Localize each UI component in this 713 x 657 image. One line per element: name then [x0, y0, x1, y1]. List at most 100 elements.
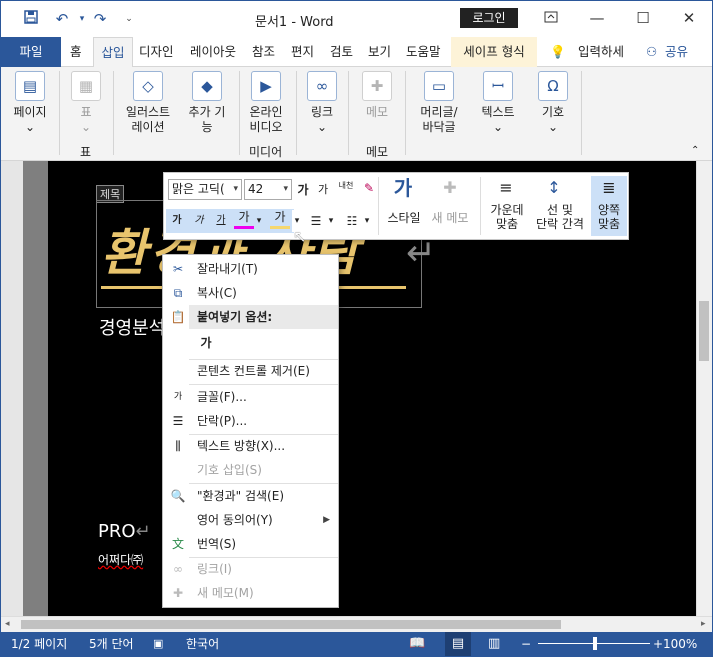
- menu-item-translate[interactable]: 文 번역(S): [163, 532, 338, 556]
- zoom-in-icon[interactable]: +: [653, 632, 663, 656]
- justify-icon[interactable]: ≣: [597, 177, 621, 199]
- menu-item-synonyms[interactable]: 영어 동의어(Y) ▶: [163, 508, 338, 532]
- scroll-right-icon[interactable]: ▸: [701, 619, 706, 629]
- numbering-icon[interactable]: ☷: [343, 210, 361, 232]
- highlight-button[interactable]: 가: [234, 207, 254, 229]
- share-button[interactable]: 공유: [663, 37, 690, 67]
- menu-item-new-comment[interactable]: ✚ 새 메모(M): [163, 581, 338, 605]
- paste-keep-text-button[interactable]: 가: [191, 331, 221, 357]
- scroll-left-icon[interactable]: ◂: [5, 619, 10, 629]
- redo-icon[interactable]: ↷: [89, 9, 111, 29]
- tab-view[interactable]: 보기: [366, 37, 393, 67]
- zoom-slider-thumb[interactable]: [593, 637, 597, 650]
- left-margin: [23, 161, 48, 616]
- menu-item-paragraph[interactable]: ☰ 단락(P)...: [163, 409, 338, 433]
- styles-icon[interactable]: 가: [386, 177, 420, 199]
- center-button[interactable]: 가운데 맞춤: [486, 203, 528, 231]
- tab-references[interactable]: 참조: [250, 37, 277, 67]
- font-name-box[interactable]: 맑은 고딕(▾: [168, 179, 242, 200]
- chevron-down-icon[interactable]: ▾: [363, 210, 371, 232]
- comment-icon[interactable]: ✚: [438, 177, 462, 199]
- vertical-scroll-thumb[interactable]: [699, 301, 709, 361]
- bold-button[interactable]: 가: [170, 210, 184, 232]
- format-painter-icon[interactable]: ✎: [360, 177, 378, 199]
- web-layout-icon[interactable]: ▥: [488, 632, 500, 656]
- save-icon[interactable]: [20, 9, 42, 29]
- link-button[interactable]: ∞ 링크 ⌄: [302, 71, 342, 135]
- text-icon: ꟷ: [483, 71, 513, 101]
- tab-layout[interactable]: 레이아웃: [188, 37, 238, 67]
- tab-file[interactable]: 파일: [1, 37, 61, 67]
- pages-button[interactable]: ▤ 페이지 ⌄: [9, 71, 51, 135]
- horizontal-scroll-thumb[interactable]: [21, 620, 561, 629]
- menu-item-insert-symbol[interactable]: 기호 삽입(S): [163, 458, 338, 482]
- line-spacing-icon[interactable]: ↕: [542, 177, 566, 199]
- login-button[interactable]: 로그인: [460, 8, 518, 28]
- customize-qat-icon[interactable]: ⌄: [118, 9, 140, 29]
- underline-button[interactable]: 가: [214, 210, 228, 232]
- horizontal-scrollbar[interactable]: ◂ ▸: [1, 616, 712, 632]
- print-layout-icon[interactable]: ▤: [445, 632, 471, 656]
- undo-icon[interactable]: ↶: [51, 9, 73, 29]
- header-footer-button[interactable]: ▭ 머리글/ 바닥글: [412, 71, 466, 135]
- tell-me-input[interactable]: 입력하세: [576, 37, 626, 67]
- align-center-icon[interactable]: ≡: [494, 177, 518, 199]
- chevron-down-icon[interactable]: ▾: [327, 210, 335, 232]
- close-icon[interactable]: ✕: [666, 7, 712, 29]
- group-divider: [113, 71, 114, 155]
- chevron-down-icon: ▾: [233, 184, 238, 194]
- menu-item-copy[interactable]: ⧉ 복사(C): [163, 281, 338, 305]
- maximize-icon[interactable]: ☐: [620, 7, 666, 29]
- tab-review[interactable]: 검토: [328, 37, 355, 67]
- read-mode-icon[interactable]: 📖: [409, 632, 425, 656]
- tab-mailings[interactable]: 편지: [289, 37, 316, 67]
- tab-home[interactable]: 홈: [68, 37, 84, 67]
- page-count[interactable]: 1/2 페이지: [11, 632, 67, 656]
- menu-item-link[interactable]: ∞ 링크(I): [163, 557, 338, 581]
- vertical-scrollbar[interactable]: [696, 161, 712, 616]
- language-indicator[interactable]: 한국어: [186, 632, 219, 656]
- online-video-button[interactable]: ▶ 온라인 비디오: [244, 71, 288, 135]
- menu-item-remove-content-control[interactable]: 콘텐츠 컨트롤 제거(E): [163, 359, 338, 383]
- pro-text[interactable]: PRO↵: [98, 521, 151, 542]
- italic-button[interactable]: 가: [192, 210, 206, 232]
- comment-button[interactable]: ✚ 메모: [357, 71, 397, 120]
- phonetic-guide-button[interactable]: 내천: [334, 175, 358, 197]
- menu-item-search[interactable]: 🔍 "환경과" 검색(E): [163, 484, 338, 508]
- company-text[interactable]: 어쩌다㈜: [98, 551, 143, 568]
- illustrations-button[interactable]: ◇ 일러스트 레이션: [119, 71, 177, 135]
- addins-button[interactable]: ◆ 추가 기 능: [183, 71, 231, 135]
- person-icon[interactable]: ⚇: [644, 37, 659, 67]
- lightbulb-icon[interactable]: 💡: [548, 37, 568, 67]
- new-comment-button[interactable]: 새 메모: [428, 211, 472, 225]
- symbol-button[interactable]: Ω 기호 ⌄: [533, 71, 573, 135]
- zoom-level[interactable]: 100%: [663, 632, 697, 656]
- chevron-down-icon[interactable]: ▾: [254, 210, 264, 232]
- font-color-button[interactable]: 가: [270, 207, 290, 229]
- zoom-out-icon[interactable]: −: [521, 632, 531, 656]
- font-size-box[interactable]: 42 ▾: [244, 179, 292, 200]
- tab-safe-format[interactable]: 세이프 형식: [451, 37, 537, 67]
- tab-design[interactable]: 디자인: [137, 37, 176, 67]
- line-spacing-button[interactable]: 선 및 단락 간격: [532, 203, 588, 231]
- justify-button[interactable]: 양쪽 맞춤: [591, 203, 627, 231]
- collapse-ribbon-icon[interactable]: ⌃: [691, 145, 699, 156]
- table-button[interactable]: ▦ 표 ⌄: [66, 71, 106, 135]
- minimize-icon[interactable]: —: [574, 7, 620, 29]
- styles-button[interactable]: 스타일: [384, 211, 424, 225]
- word-count[interactable]: 5개 단어: [89, 632, 134, 656]
- subtitle-text[interactable]: 경영분석: [99, 314, 165, 340]
- grow-font-button[interactable]: 가: [295, 179, 311, 201]
- ribbon-display-icon[interactable]: [528, 7, 574, 29]
- menu-item-font[interactable]: 가 글꼴(F)...: [163, 385, 338, 409]
- menu-item-text-direction[interactable]: ⫼ 텍스트 방향(X)...: [163, 434, 338, 458]
- proofing-icon[interactable]: ▣: [153, 632, 163, 656]
- shrink-font-button[interactable]: 가: [316, 179, 330, 201]
- translate-icon: 文: [171, 537, 184, 551]
- bullets-icon[interactable]: ☰: [307, 210, 325, 232]
- justify-label-2: 맞춤: [597, 217, 621, 231]
- tab-insert[interactable]: 삽입: [93, 37, 133, 67]
- menu-item-cut[interactable]: ✂ 잘라내기(T): [163, 257, 338, 281]
- text-button[interactable]: ꟷ 텍스트 ⌄: [475, 71, 521, 135]
- tab-help[interactable]: 도움말: [404, 37, 443, 67]
